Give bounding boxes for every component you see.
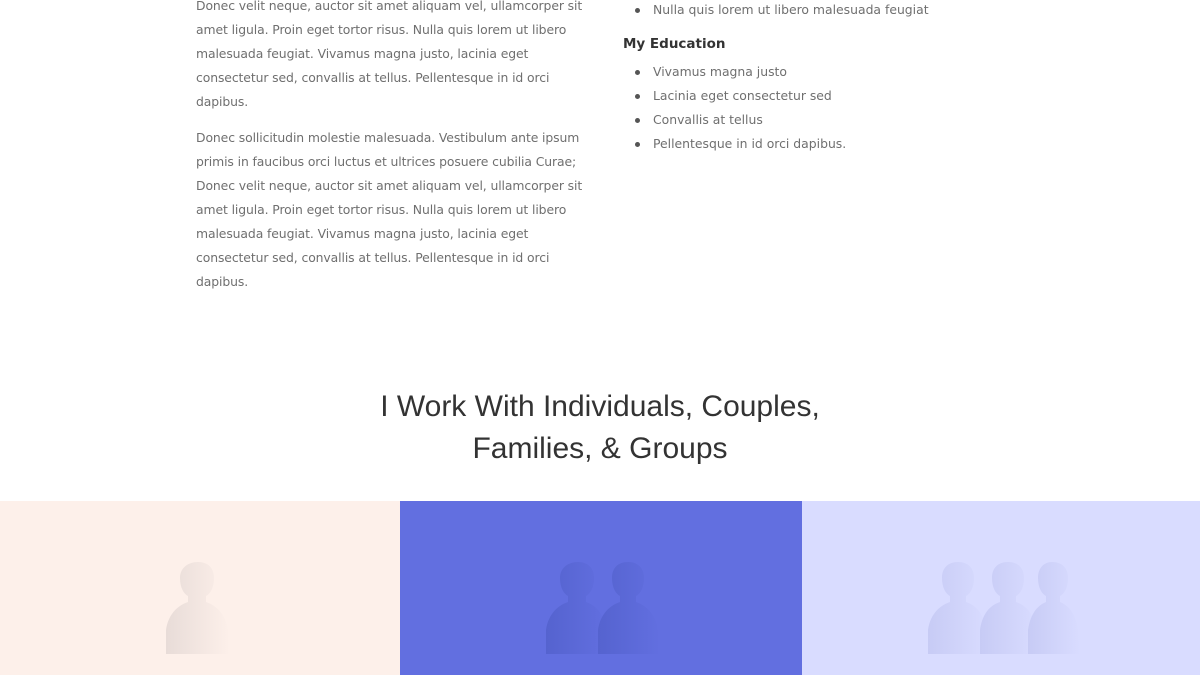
individual-icon: [166, 562, 230, 654]
work-with-title-line-1: I Work With Individuals, Couples,: [380, 390, 820, 423]
about-text-column: Donec velit neque, auctor sit amet aliqu…: [196, 0, 584, 306]
tile-families-groups[interactable]: [802, 501, 1200, 675]
list-item: Pellentesque in id orci dapibus.: [623, 132, 943, 156]
tile-individuals[interactable]: [0, 501, 400, 675]
group-icon: [928, 562, 1080, 654]
education-list: Vivamus magna justo Lacinia eget consect…: [623, 60, 943, 156]
about-paragraph-2: Donec sollicitudin molestie malesuada. V…: [196, 130, 583, 289]
work-with-title-line-2: Families, & Groups: [472, 432, 728, 465]
list-item: Vivamus magna justo: [623, 60, 943, 84]
skills-list: Nulla quis lorem ut libero malesuada feu…: [623, 0, 943, 22]
about-paragraph-1: Donec velit neque, auctor sit amet aliqu…: [196, 0, 583, 109]
list-item: Lacinia eget consectetur sed: [623, 84, 943, 108]
work-with-title: I Work With Individuals, Couples, Famili…: [0, 386, 1200, 470]
client-type-tiles: [0, 501, 1200, 675]
education-heading: My Education: [623, 36, 726, 52]
list-item: Nulla quis lorem ut libero malesuada feu…: [623, 0, 943, 22]
tile-couples[interactable]: [400, 501, 802, 675]
info-column: Nulla quis lorem ut libero malesuada feu…: [623, 0, 943, 156]
couple-icon: [546, 562, 660, 654]
list-item: Convallis at tellus: [623, 108, 943, 132]
